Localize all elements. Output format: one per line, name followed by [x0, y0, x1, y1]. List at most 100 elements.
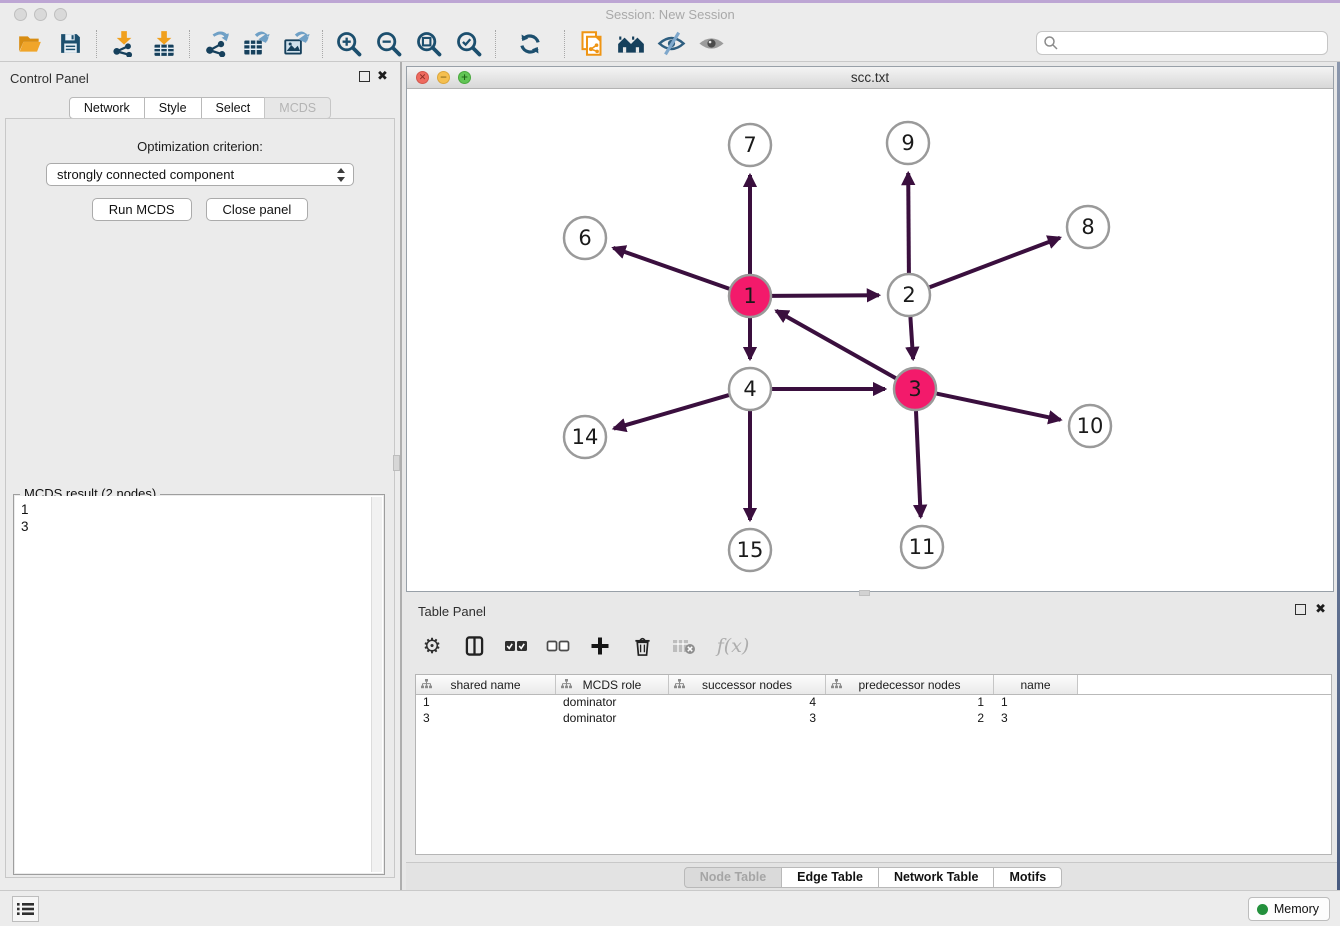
import-table-button[interactable] — [143, 29, 183, 59]
mcds-result-list[interactable]: 1 3 — [15, 496, 383, 873]
node-2[interactable]: 2 — [888, 274, 930, 316]
tab-node-table[interactable]: Node Table — [684, 867, 782, 888]
node-11[interactable]: 11 — [901, 526, 943, 568]
toggle-column-panel-button[interactable] — [462, 633, 486, 659]
column-label: name — [1020, 678, 1050, 692]
table-panel: Table Panel ✖ ⚙ — [406, 596, 1340, 890]
svg-text:14: 14 — [572, 425, 599, 449]
cell-predecessor-nodes: 2 — [826, 711, 994, 727]
toolbar-separator — [189, 30, 190, 58]
edge-3-10[interactable] — [937, 394, 1061, 420]
tab-select[interactable]: Select — [201, 97, 266, 119]
home-layout-button[interactable] — [611, 29, 651, 59]
search-input[interactable] — [1036, 31, 1328, 55]
node-15[interactable]: 15 — [729, 529, 771, 571]
edge-1-6[interactable] — [613, 248, 729, 289]
table-row[interactable]: 3 dominator 3 2 3 — [416, 711, 1331, 727]
export-table-button[interactable] — [236, 29, 276, 59]
toolbar-separator — [495, 30, 496, 58]
edge-2-3[interactable] — [910, 317, 913, 359]
zoom-in-icon — [335, 30, 363, 58]
toolbar-separator — [564, 30, 565, 58]
main-titlebar: Session: New Session — [0, 3, 1340, 26]
tab-network-table[interactable]: Network Table — [878, 867, 995, 888]
export-network-button[interactable] — [196, 29, 236, 59]
node-7[interactable]: 7 — [729, 124, 771, 166]
criterion-select[interactable]: strongly connected component — [46, 163, 354, 186]
refresh-view-button[interactable] — [510, 29, 550, 59]
control-panel-tabs: Network Style Select MCDS — [0, 97, 400, 119]
zoom-in-button[interactable] — [329, 29, 369, 59]
edge-3-11[interactable] — [916, 411, 921, 517]
edge-4-14[interactable] — [614, 395, 729, 429]
node-6[interactable]: 6 — [564, 217, 606, 259]
clone-network-button[interactable] — [571, 29, 611, 59]
column-header-predecessor-nodes[interactable]: predecessor nodes — [826, 675, 994, 694]
network-canvas[interactable]: 7 9 6 8 1 2 4 3 14 10 15 11 — [407, 89, 1333, 590]
column-header-successor-nodes[interactable]: successor nodes — [669, 675, 826, 694]
run-mcds-button[interactable]: Run MCDS — [92, 198, 192, 221]
close-table-panel-icon[interactable]: ✖ — [1315, 601, 1326, 617]
column-header-mcds-role[interactable]: MCDS role — [556, 675, 669, 694]
show-all-button[interactable] — [691, 29, 731, 59]
open-session-button[interactable] — [10, 29, 50, 59]
mcds-result-line: 1 — [21, 501, 367, 518]
application-window: Session: New Session — [0, 0, 1340, 926]
import-network-button[interactable] — [103, 29, 143, 59]
cell-shared-name: 3 — [416, 711, 556, 727]
zoom-out-button[interactable] — [369, 29, 409, 59]
hide-selected-button[interactable] — [651, 29, 691, 59]
memory-button[interactable]: Memory — [1248, 897, 1330, 921]
cell-name: 1 — [994, 695, 1078, 711]
delete-column-button[interactable] — [630, 633, 654, 659]
node-9[interactable]: 9 — [887, 122, 929, 164]
export-table-icon — [242, 30, 270, 58]
node-14[interactable]: 14 — [564, 416, 606, 458]
task-history-button[interactable] — [12, 896, 39, 922]
tab-mcds[interactable]: MCDS — [264, 97, 331, 119]
column-label: shared name — [450, 678, 520, 692]
close-panel-icon[interactable]: ✖ — [377, 68, 388, 84]
table-row[interactable]: 1 dominator 4 1 1 — [416, 695, 1331, 711]
zoom-fit-button[interactable] — [409, 29, 449, 59]
column-header-name[interactable]: name — [994, 675, 1078, 694]
select-all-button[interactable] — [504, 633, 528, 659]
import-table-icon — [150, 30, 177, 57]
unchecked-boxes-icon — [546, 640, 570, 653]
add-column-button[interactable] — [588, 633, 612, 659]
toolbar-separator — [322, 30, 323, 58]
close-panel-button[interactable]: Close panel — [206, 198, 309, 221]
svg-text:7: 7 — [743, 133, 756, 157]
result-scrollbar[interactable] — [371, 497, 382, 872]
edge-1-2[interactable] — [772, 295, 879, 296]
node-3[interactable]: 3 — [894, 368, 936, 410]
node-8[interactable]: 8 — [1067, 206, 1109, 248]
tab-motifs[interactable]: Motifs — [993, 867, 1062, 888]
zoom-selected-button[interactable] — [449, 29, 489, 59]
float-panel-icon[interactable] — [359, 71, 370, 82]
svg-text:2: 2 — [902, 283, 915, 307]
export-image-button[interactable] — [276, 29, 316, 59]
panel-divider-grip[interactable] — [393, 455, 400, 471]
home-icon — [616, 29, 646, 59]
column-header-shared-name[interactable]: shared name — [416, 675, 556, 694]
delete-table-button[interactable] — [672, 633, 696, 659]
node-1[interactable]: 1 — [729, 275, 771, 317]
edge-2-9[interactable] — [908, 173, 909, 273]
table-settings-button[interactable]: ⚙ — [420, 633, 444, 659]
network-window-titlebar[interactable]: ✕ − + scc.txt — [407, 67, 1333, 89]
zoom-out-icon — [375, 30, 403, 58]
clone-network-icon — [578, 30, 605, 57]
tab-edge-table[interactable]: Edge Table — [781, 867, 879, 888]
cell-predecessor-nodes: 1 — [826, 695, 994, 711]
node-10[interactable]: 10 — [1069, 405, 1111, 447]
node-4[interactable]: 4 — [729, 368, 771, 410]
tab-style[interactable]: Style — [144, 97, 202, 119]
apply-function-button[interactable]: f(x) — [714, 633, 752, 659]
deselect-all-button[interactable] — [546, 633, 570, 659]
tab-network[interactable]: Network — [69, 97, 145, 119]
edge-2-8[interactable] — [930, 238, 1060, 288]
float-table-panel-icon[interactable] — [1295, 604, 1306, 615]
edge-3-1[interactable] — [776, 311, 896, 379]
save-session-button[interactable] — [50, 29, 90, 59]
